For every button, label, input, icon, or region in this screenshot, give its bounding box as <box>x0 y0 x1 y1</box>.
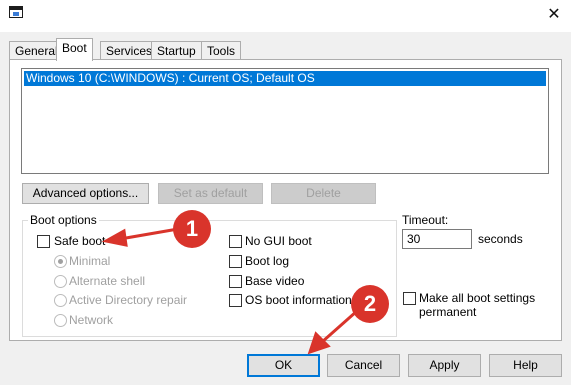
tab-boot[interactable]: Boot <box>56 38 93 61</box>
annotation-badge-1: 1 <box>173 210 211 248</box>
annotation-arrow-2 <box>320 309 359 344</box>
annotation-arrow-1 <box>118 227 180 241</box>
annotation-badge-2: 2 <box>351 285 389 323</box>
annotation-arrowhead-2 <box>307 331 331 355</box>
annotation-arrowhead-1 <box>101 228 128 247</box>
